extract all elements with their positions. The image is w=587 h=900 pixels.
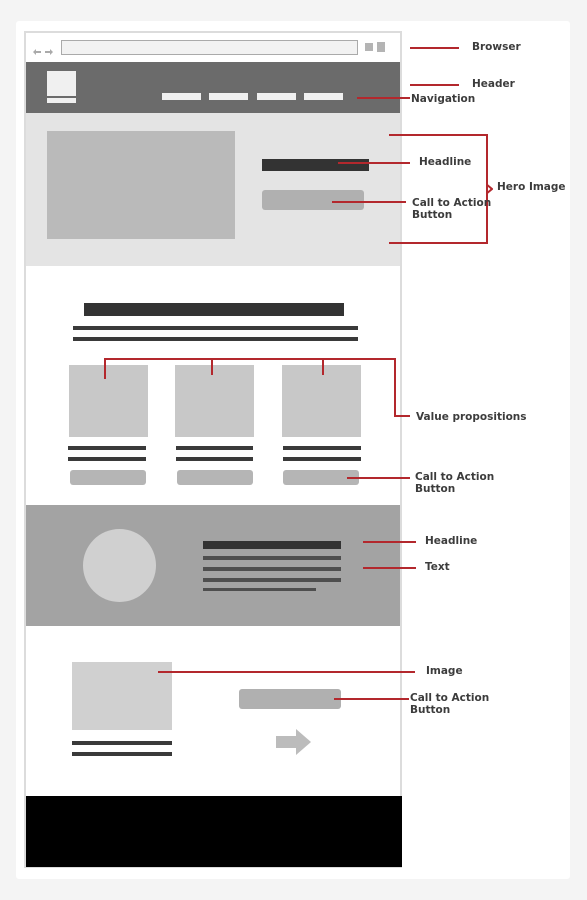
label-value-cta: Call to Action Button (415, 471, 495, 495)
label-navigation: Navigation (411, 93, 476, 105)
hero-image-placeholder (47, 131, 235, 239)
label-value-propositions: Value propositions (416, 411, 527, 423)
annotation-line-feature-text (363, 567, 416, 569)
annotation-line-header (410, 84, 459, 86)
label-bottom-cta: Call to Action Button (410, 692, 490, 716)
value-proposition-text-line (176, 446, 253, 450)
value-prop-tick-1 (104, 358, 106, 379)
hero-bracket-top (389, 134, 487, 136)
value-prop-bracket-end (394, 415, 410, 417)
label-feature-headline: Headline (425, 535, 478, 547)
value-proposition-cta-button (177, 470, 253, 485)
value-proposition-text-line (283, 457, 361, 461)
bottom-cta-button (239, 689, 341, 709)
logo-caption-placeholder (47, 98, 76, 103)
value-proposition-image (282, 365, 361, 437)
hero-bracket-point-icon (485, 181, 494, 195)
content-text-line (72, 741, 172, 745)
hero-bracket-bottom (389, 242, 487, 244)
nav-item-1 (162, 93, 201, 100)
label-browser: Browser (472, 41, 521, 53)
feature-text-line (203, 588, 316, 591)
value-prop-tick-3 (322, 358, 324, 375)
annotation-line-feature-headline (363, 541, 416, 543)
label-hero-image: Hero Image (497, 181, 566, 193)
nav-item-2 (209, 93, 248, 100)
label-feature-text: Text (425, 561, 450, 573)
header-block (26, 62, 400, 113)
nav-item-3 (257, 93, 296, 100)
feature-text-line (203, 578, 341, 582)
browser-control-square-icon (365, 43, 373, 51)
hero-cta-button (262, 190, 364, 210)
value-prop-tick-2 (211, 358, 213, 375)
label-hero-cta: Call to Action Button (412, 197, 492, 221)
value-prop-bracket-vertical (394, 358, 396, 417)
arrow-right-icon (276, 729, 311, 755)
browser-control-tall-icon (377, 42, 385, 52)
value-proposition-image (69, 365, 148, 437)
content-image-placeholder (72, 662, 172, 730)
section-text-line (73, 337, 358, 341)
logo-placeholder (47, 71, 76, 96)
annotation-line-image (158, 671, 415, 673)
back-forward-arrows-icon (33, 43, 53, 55)
feature-text-line (203, 556, 341, 560)
address-bar (61, 40, 358, 55)
annotation-line-hero-cta (332, 201, 406, 203)
value-proposition-image (175, 365, 254, 437)
annotation-line-value-cta (347, 477, 410, 479)
value-proposition-cta-button (70, 470, 146, 485)
section-headline-bar (84, 303, 344, 316)
value-proposition-text-line (68, 446, 146, 450)
annotation-line-hero-headline (338, 162, 410, 164)
value-proposition-text-line (283, 446, 361, 450)
value-prop-bracket-horizontal (104, 358, 396, 360)
content-text-line (72, 752, 172, 756)
feature-text-line (203, 567, 341, 571)
section-text-line (73, 326, 358, 330)
nav-item-4 (304, 93, 343, 100)
label-hero-headline: Headline (419, 156, 472, 168)
value-proposition-text-line (68, 457, 146, 461)
annotation-line-navigation (357, 97, 410, 99)
feature-circle-image (83, 529, 156, 602)
annotation-line-browser (410, 47, 459, 49)
hero-headline-bar (262, 159, 369, 171)
label-header: Header (472, 78, 515, 90)
feature-headline-bar (203, 541, 341, 549)
annotation-line-bottom-cta (334, 698, 409, 700)
label-image: Image (426, 665, 463, 677)
value-proposition-text-line (176, 457, 253, 461)
footer-block (26, 796, 402, 867)
